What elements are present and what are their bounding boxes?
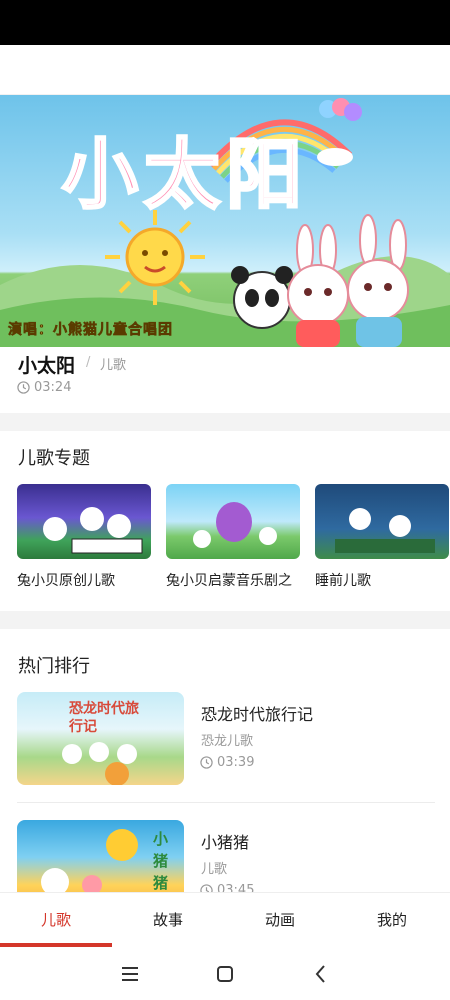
top-spacer xyxy=(0,45,450,95)
song-title: 小太阳 xyxy=(18,355,76,377)
song-category: 儿歌 xyxy=(100,358,127,373)
topics-heading: 儿歌专题 xyxy=(18,448,90,469)
ranking-item[interactable]: 恐龙时代旅行记 恐龙时代旅行记 恐龙儿歌 03:39 xyxy=(17,692,435,788)
topic-label: 兔小贝原创儿歌 xyxy=(17,573,115,589)
tab-songs[interactable]: 儿歌 xyxy=(0,893,112,948)
topic-thumbnail xyxy=(17,484,151,559)
ranking-title: 小猪猪 xyxy=(201,833,250,852)
back-icon[interactable] xyxy=(306,959,336,989)
video-banner[interactable]: 小太阳 演唱：小熊猫儿童合唱团 xyxy=(0,95,450,347)
section-divider xyxy=(0,611,450,629)
thumbnail-caption: 小猪猪 xyxy=(153,830,169,892)
clock-icon xyxy=(200,756,213,769)
title-separator: / xyxy=(86,355,91,370)
ranking-heading: 热门排行 xyxy=(18,656,90,677)
ranking-category: 儿歌 xyxy=(201,862,228,877)
tab-stories[interactable]: 故事 xyxy=(112,893,224,948)
status-bar xyxy=(0,0,450,45)
banner-title-art: 小太阳 xyxy=(61,129,308,221)
topic-card[interactable]: 兔小贝启蒙音乐剧之 xyxy=(166,484,300,590)
clock-icon xyxy=(17,381,30,394)
tab-mine[interactable]: 我的 xyxy=(336,893,448,948)
thumbnail-caption: 恐龙时代旅行记 xyxy=(69,701,139,735)
song-duration: 03:24 xyxy=(34,380,72,395)
topic-card[interactable]: 兔小贝原创儿歌 xyxy=(17,484,151,590)
topic-label: 兔小贝启蒙音乐剧之 xyxy=(166,573,292,589)
section-divider xyxy=(0,413,450,431)
ranking-duration: 03:39 xyxy=(217,755,255,770)
banner-credit: 演唱：小熊猫儿童合唱团 xyxy=(8,322,173,339)
topic-thumbnail xyxy=(315,484,449,559)
menu-icon[interactable] xyxy=(115,959,145,989)
bottom-tab-bar: 儿歌 故事 动画 我的 xyxy=(0,892,450,947)
song-info: 小太阳 / 儿歌 03:24 xyxy=(0,347,450,413)
home-icon[interactable] xyxy=(210,959,240,989)
ranking-category: 恐龙儿歌 xyxy=(201,734,254,749)
tab-animation[interactable]: 动画 xyxy=(224,893,336,948)
system-nav-bar xyxy=(0,947,450,1000)
ranking-thumbnail: 恐龙时代旅行记 xyxy=(17,692,184,785)
ranking-title: 恐龙时代旅行记 xyxy=(201,705,314,724)
topic-label: 睡前儿歌 xyxy=(315,573,371,589)
list-divider xyxy=(17,802,435,803)
topic-thumbnail xyxy=(166,484,300,559)
topic-card[interactable]: 睡前儿歌 xyxy=(315,484,449,590)
